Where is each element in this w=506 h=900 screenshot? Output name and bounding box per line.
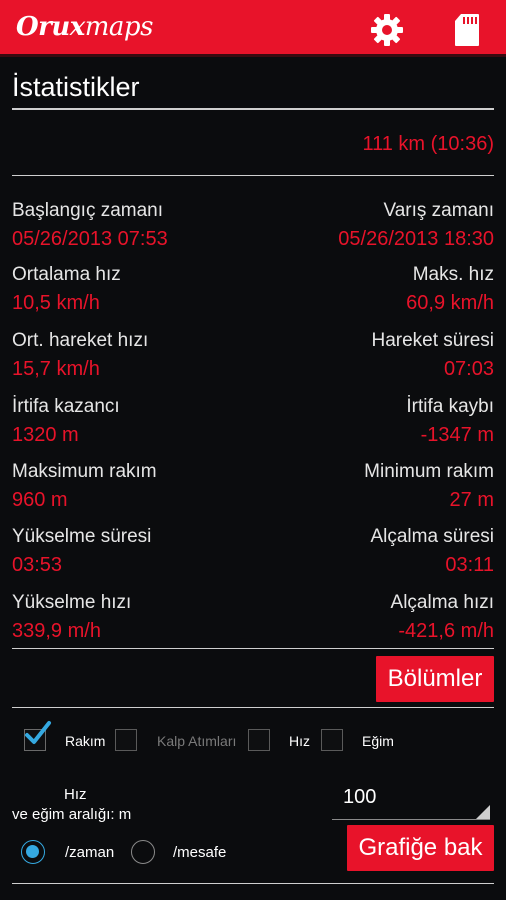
descent-time-value: 03:11 xyxy=(445,554,494,576)
descent-rate-label: Alçalma hızı xyxy=(390,592,494,613)
interval-value: 100 xyxy=(343,786,377,808)
max-speed-value: 60,9 km/h xyxy=(406,292,494,314)
start-time-value: 05/26/2013 07:53 xyxy=(12,228,168,250)
stat-row-climb-time: Yükselme süresi 03:53 Alçalma süresi 03:… xyxy=(12,526,494,582)
slope-checkbox-label: Eğim xyxy=(362,733,394,749)
max-speed-label: Maks. hız xyxy=(412,264,494,285)
ascent-rate-label: Yükselme hızı xyxy=(12,592,132,613)
settings-gear-icon[interactable] xyxy=(369,12,405,48)
heart-rate-checkbox-label: Kalp Atımları xyxy=(157,733,237,749)
stat-row-altitude-change: İrtifa kazancı 1320 m İrtifa kaybı -1347… xyxy=(12,396,494,452)
app-bar: Oruxmaps xyxy=(0,0,506,57)
view-graph-button[interactable]: Grafiğe bak xyxy=(347,825,494,871)
per-distance-radio-label: /mesafe xyxy=(173,844,227,861)
stat-row-altitude-range: Maksimum rakım 960 m Minimum rakım 27 m xyxy=(12,461,494,517)
options-divider xyxy=(12,707,494,708)
descent-time-label: Alçalma süresi xyxy=(370,526,494,547)
ascent-time-value: 03:53 xyxy=(12,554,63,576)
per-distance-radio[interactable] xyxy=(131,840,155,864)
title-divider xyxy=(12,108,494,110)
min-altitude-label: Minimum rakım xyxy=(364,461,494,482)
max-altitude-value: 960 m xyxy=(12,489,68,511)
spinner-underline xyxy=(332,819,490,820)
arrival-time-label: Varış zamanı xyxy=(383,200,494,221)
altitude-checkbox-label: Rakım xyxy=(65,733,106,749)
stat-row-speed: Ortalama hız 10,5 km/h Maks. hız 60,9 km… xyxy=(12,264,494,320)
total-distance-time: 111 km (10:36) xyxy=(362,133,494,155)
logo-part1: Orux xyxy=(16,12,85,42)
interval-label-line2: ve eğim aralığı: m xyxy=(12,806,132,823)
interval-label-line1: Hız xyxy=(64,786,87,803)
min-altitude-value: 27 m xyxy=(449,489,494,511)
page-title: İstatistikler xyxy=(12,72,140,102)
stat-row-climb-rate: Yükselme hızı 339,9 m/h Alçalma hızı -42… xyxy=(12,592,494,648)
speed-checkbox-label: Hız xyxy=(289,733,310,749)
total-divider xyxy=(12,175,494,176)
descent-rate-value: -421,6 m/h xyxy=(398,620,494,642)
max-altitude-label: Maksimum rakım xyxy=(12,461,157,482)
speed-checkbox[interactable] xyxy=(248,729,270,751)
arrival-time-value: 05/26/2013 18:30 xyxy=(338,228,494,250)
segments-button[interactable]: Bölümler xyxy=(376,656,494,702)
altitude-checkbox[interactable] xyxy=(24,721,51,751)
heart-rate-checkbox[interactable] xyxy=(115,729,137,751)
avg-moving-speed-value: 15,7 km/h xyxy=(12,358,100,380)
stat-row-moving: Ort. hareket hızı 15,7 km/h Hareket süre… xyxy=(12,330,494,386)
sd-card-icon[interactable] xyxy=(449,12,485,48)
per-time-radio[interactable] xyxy=(21,840,45,864)
logo-part2: maps xyxy=(84,12,154,42)
per-time-radio-label: /zaman xyxy=(65,844,115,861)
avg-speed-label: Ortalama hız xyxy=(12,264,121,285)
altitude-gain-value: 1320 m xyxy=(12,424,79,446)
avg-speed-value: 10,5 km/h xyxy=(12,292,100,314)
altitude-loss-value: -1347 m xyxy=(420,424,494,446)
bottom-divider xyxy=(12,883,494,884)
app-logo: Oruxmaps xyxy=(16,12,153,42)
start-time-label: Başlangıç zamanı xyxy=(12,200,164,221)
slope-checkbox[interactable] xyxy=(321,729,343,751)
radio-selected-dot xyxy=(26,845,39,858)
avg-moving-speed-label: Ort. hareket hızı xyxy=(12,330,149,351)
ascent-rate-value: 339,9 m/h xyxy=(12,620,101,642)
interval-spinner[interactable]: 100 xyxy=(332,784,490,820)
altitude-gain-label: İrtifa kazancı xyxy=(12,396,120,417)
dropdown-corner-icon xyxy=(476,805,490,819)
stat-row-times: Başlangıç zamanı 05/26/2013 07:53 Varış … xyxy=(12,200,494,256)
ascent-time-label: Yükselme süresi xyxy=(12,526,152,547)
checkmark-icon xyxy=(25,721,51,744)
moving-time-label: Hareket süresi xyxy=(371,330,495,351)
stats-divider xyxy=(12,648,494,649)
moving-time-value: 07:03 xyxy=(443,358,494,380)
altitude-loss-label: İrtifa kaybı xyxy=(406,396,494,417)
